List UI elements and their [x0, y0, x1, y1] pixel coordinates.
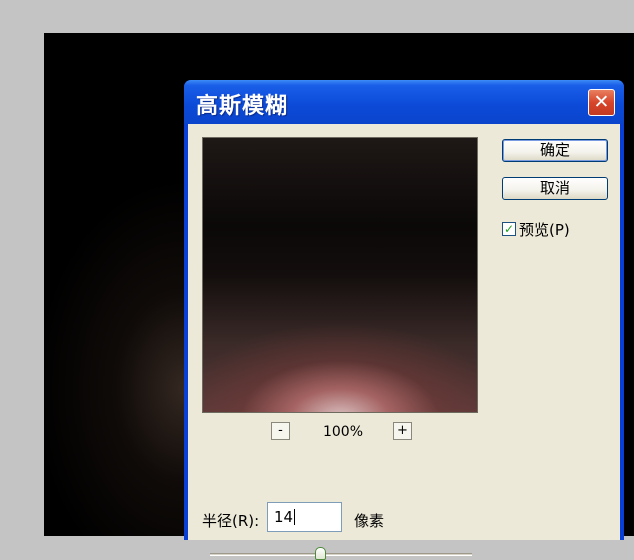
ok-button[interactable]: 确定 [502, 139, 608, 162]
radius-slider-track[interactable] [210, 553, 472, 556]
preview-checkbox[interactable]: ✓ 预览(P) [502, 220, 570, 239]
dialog-body: - 100% + 确定 取消 ✓ 预览(P) 半径(R): 14 像素 [188, 124, 620, 560]
blur-preview-pane[interactable] [202, 137, 478, 413]
radius-input-value: 14 [274, 508, 294, 526]
zoom-level: 100% [322, 424, 364, 440]
dialog-titlebar[interactable]: 高斯模糊 ✕ [184, 80, 624, 124]
zoom-out-button[interactable]: - [271, 422, 290, 440]
dialog-title: 高斯模糊 [196, 94, 289, 119]
cancel-button[interactable]: 取消 [502, 177, 608, 200]
gaussian-blur-dialog: 高斯模糊 ✕ - 100% + 确定 取消 ✓ 预览(P) 半径(R): 14 … [184, 80, 624, 560]
zoom-in-button[interactable]: + [393, 422, 412, 440]
preview-checkbox-label: 预览(P) [519, 220, 570, 239]
text-caret [294, 509, 296, 525]
checkmark-icon[interactable]: ✓ [502, 222, 516, 236]
radius-unit-label: 像素 [354, 512, 385, 530]
close-icon: ✕ [593, 91, 610, 113]
radius-input[interactable]: 14 [267, 502, 342, 532]
close-button[interactable]: ✕ [588, 89, 615, 116]
radius-slider-thumb[interactable] [315, 547, 327, 560]
radius-label: 半径(R): [202, 512, 260, 530]
